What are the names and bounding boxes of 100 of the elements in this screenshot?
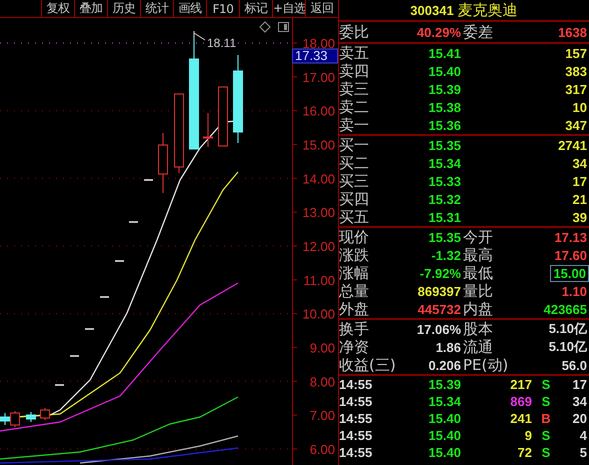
order-level-label: 卖二 [339, 98, 370, 116]
order-level-label: 卖四 [339, 62, 370, 80]
trade-count: 4 [580, 428, 588, 443]
order-price: 15.34 [428, 156, 462, 170]
trade-price: 15.40 [428, 428, 462, 443]
order-level-label: 卖一 [339, 116, 370, 134]
order-volume: 383 [565, 64, 588, 78]
field-label: 涨跌 [339, 246, 370, 264]
trade-time: 14:55 [339, 428, 372, 443]
order-price: 15.40 [428, 64, 462, 78]
candlestick [144, 179, 153, 181]
trade-time: 14:55 [339, 394, 372, 409]
field-value: 1.86 [436, 340, 462, 354]
field-label: 现价 [339, 228, 370, 246]
candlestick [158, 132, 168, 194]
trade-side: S [542, 428, 550, 443]
order-level-label: 卖三 [339, 80, 370, 98]
field-label: 总量 [339, 282, 370, 300]
trade-price: 15.40 [428, 411, 462, 426]
candlestick [218, 86, 228, 146]
field-label: 委差 [463, 23, 494, 41]
order-price: 15.38 [428, 100, 462, 114]
field-label: 换手 [339, 320, 370, 338]
field-value: 445732 [418, 302, 462, 316]
order-price: 15.32 [428, 192, 462, 206]
candlestick [55, 384, 64, 386]
field-value: 15.00 [550, 264, 589, 282]
field-label: 收益(三) [339, 356, 395, 374]
order-level-label: 买一 [339, 136, 370, 154]
trade-count: 34 [572, 394, 588, 409]
order-volume: 347 [565, 118, 588, 132]
field-label: 最低 [463, 264, 494, 282]
field-label: 量比 [463, 282, 494, 300]
candlestick [129, 221, 138, 223]
field-value: 17.06% [416, 322, 462, 336]
axis-label: 10.00 [302, 306, 335, 322]
axis-label: 7.00 [310, 408, 335, 424]
axis-label: 18.00 [302, 36, 335, 51]
field-value: 1638 [558, 24, 588, 40]
candlestick [10, 410, 20, 428]
trade-count: 5 [580, 445, 588, 460]
trade-time: 14:55 [339, 377, 372, 392]
field-value: 0.206 [428, 358, 462, 372]
field-value: 5.10亿 [548, 338, 588, 356]
trade-volume: 241 [510, 411, 533, 426]
panel-icon[interactable] [278, 22, 289, 32]
field-value: -1.32 [431, 248, 462, 262]
axis-label: 16.00 [302, 104, 335, 119]
field-label: 今开 [463, 228, 494, 246]
order-volume: 21 [572, 192, 588, 206]
candlestick [70, 355, 79, 357]
field-label: 流通 [463, 338, 494, 356]
field-value: 869397 [418, 284, 462, 298]
stock-code: 300341 [410, 2, 454, 18]
trade-count: 17 [572, 377, 588, 392]
axis-label: 6.00 [310, 442, 335, 457]
toolbar-button[interactable]: +自选 [272, 0, 305, 17]
order-price: 15.39 [428, 82, 462, 96]
trade-price: 15.34 [428, 394, 462, 409]
candlestick [115, 260, 124, 262]
trade-time: 14:55 [339, 445, 372, 460]
high-price-label: 18.11 [207, 36, 236, 50]
field-value: 17.60 [554, 248, 588, 262]
trade-volume: 869 [510, 394, 533, 409]
axis-label: 8.00 [310, 374, 335, 390]
trade-count: 20 [572, 411, 588, 426]
candlestick [100, 296, 109, 298]
axis-label: 13.00 [302, 205, 335, 220]
trade-price: 15.39 [428, 377, 462, 392]
field-value: 1.10 [562, 284, 588, 298]
order-volume: 317 [565, 82, 588, 96]
field-label: 委比 [339, 23, 370, 41]
trade-side: S [542, 394, 550, 409]
order-volume: 10 [572, 100, 588, 114]
trade-side: S [542, 377, 550, 392]
leader-line [194, 30, 206, 40]
axis-label: 15.00 [302, 138, 335, 152]
order-price: 15.41 [428, 46, 462, 60]
trade-volume: 72 [518, 445, 533, 460]
field-label: 涨幅 [339, 264, 370, 282]
order-level-label: 买二 [339, 154, 370, 172]
candlestick [203, 112, 213, 148]
trade-time: 14:55 [339, 411, 372, 426]
field-value: 423665 [544, 302, 588, 316]
axis-label: 17.00 [302, 70, 335, 85]
field-value: 17.13 [554, 230, 588, 244]
order-level-label: 买四 [339, 190, 370, 208]
field-label: PE(动) [463, 356, 510, 374]
trade-volume: 9 [524, 428, 533, 443]
order-level-label: 买五 [339, 208, 370, 226]
order-price: 15.31 [428, 210, 462, 224]
candlestick [0, 412, 10, 426]
order-price: 15.35 [428, 138, 462, 152]
current-price-tag: 17.33 [292, 48, 338, 64]
diamond-icon[interactable] [259, 21, 271, 33]
order-volume: 34 [572, 156, 588, 170]
field-value: 56.0 [562, 358, 588, 372]
field-value: 40.29% [416, 24, 462, 40]
candlestick [85, 328, 94, 330]
trade-side: B [541, 411, 551, 426]
